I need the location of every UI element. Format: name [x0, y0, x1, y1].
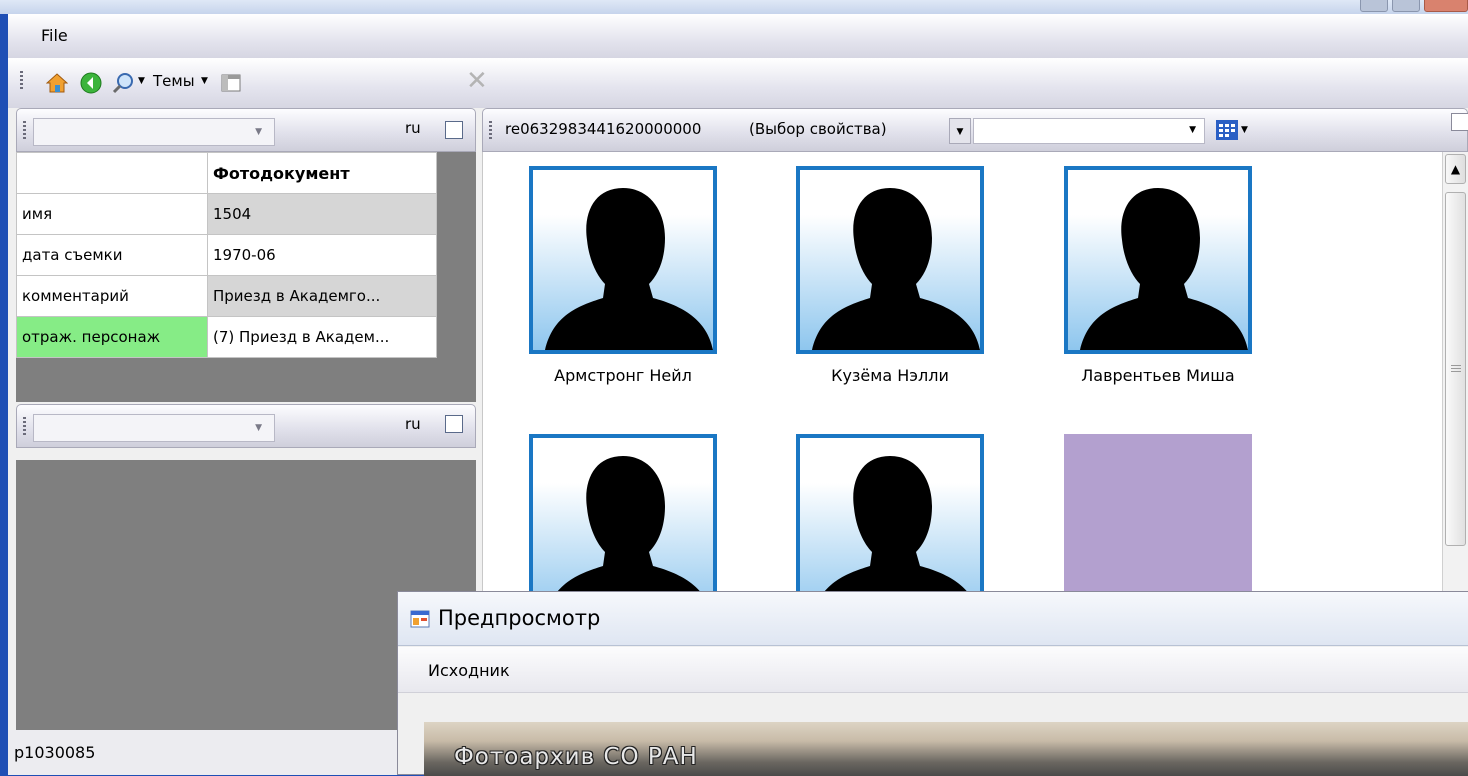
record-id: re0632983441620000000 [505, 120, 702, 138]
gallery-scrollbar[interactable]: ▲ [1442, 152, 1468, 602]
portrait-tile[interactable] [1064, 166, 1252, 354]
left-top-grip[interactable] [23, 121, 26, 141]
search-icon[interactable] [112, 72, 134, 94]
photo-watermark: Фотоархив СО РАН [454, 744, 698, 770]
left-top-lang[interactable]: ru [405, 119, 421, 137]
menu-source[interactable]: Исходник [428, 661, 510, 680]
preview-menu-bar: Исходник [398, 647, 1468, 693]
property-value[interactable]: Приезд в Академго... [207, 275, 437, 317]
portrait-caption: Армстронг Нейл [554, 366, 692, 385]
preview-image: Фотоархив СО РАН [424, 722, 1468, 776]
window-app-icon [410, 610, 430, 628]
table-row[interactable]: комментарий Приезд в Академго... [16, 275, 437, 317]
home-icon[interactable] [45, 72, 69, 94]
left-top-checkbox[interactable] [445, 121, 463, 139]
property-value[interactable]: 1970-06 [207, 234, 437, 276]
table-row[interactable]: дата съемки 1970-06 [16, 234, 437, 276]
property-key: дата съемки [16, 234, 208, 276]
property-dropdown-button[interactable]: ▼ [949, 118, 971, 144]
property-key: отраж. персонаж [16, 316, 208, 358]
themes-menu[interactable]: Темы [153, 72, 195, 90]
left-top-select[interactable]: ▼ [33, 118, 275, 146]
left-top-panel-header: ▼ ru [16, 108, 476, 152]
close-button[interactable] [1424, 0, 1468, 12]
back-icon[interactable] [80, 72, 102, 94]
photo-placeholder[interactable] [1064, 434, 1252, 604]
properties-header-row: Фотодокумент [16, 152, 437, 194]
status-bar: p1030085 [8, 730, 408, 775]
minimize-button[interactable] [1360, 0, 1388, 12]
right-panel-header: re0632983441620000000 (Выбор свойства) ▼… [482, 108, 1468, 152]
preview-title: Предпросмотр [438, 606, 601, 630]
portrait-tile[interactable] [529, 166, 717, 354]
toolbar: ▼ Темы ▼ ✕ [8, 58, 1468, 108]
left-bottom-checkbox[interactable] [445, 415, 463, 433]
scroll-grip-icon [1451, 365, 1461, 373]
property-select[interactable]: (Выбор свойства) [749, 120, 887, 138]
portrait-caption: Кузёма Нэлли [831, 366, 949, 385]
property-value[interactable]: (7) Приезд в Академ... [207, 316, 437, 358]
property-key: комментарий [16, 275, 208, 317]
properties-table: Фотодокумент имя 1504 дата съемки 1970-0… [16, 152, 437, 358]
left-bottom-lang[interactable]: ru [405, 415, 421, 433]
status-id: p1030085 [14, 743, 96, 762]
table-row[interactable]: отраж. персонаж (7) Приезд в Академ... [16, 316, 437, 358]
menu-file[interactable]: File [41, 26, 68, 45]
window-title-strip [0, 0, 1468, 14]
portrait-caption: Лаврентьев Миша [1081, 366, 1235, 385]
properties-area: Фотодокумент имя 1504 дата съемки 1970-0… [16, 152, 476, 402]
chevron-down-icon[interactable]: ▼ [1189, 125, 1196, 135]
window-icon[interactable] [220, 72, 242, 94]
properties-corner-cell [16, 152, 208, 194]
left-bottom-grip[interactable] [23, 417, 26, 437]
property-key: имя [16, 193, 208, 235]
chevron-down-icon: ▼ [255, 423, 262, 433]
right-grip[interactable] [489, 121, 492, 141]
gallery-area: Армстронг Нейл Кузёма Нэлли Лаврентьев М… [482, 152, 1442, 622]
property-value[interactable]: 1504 [207, 193, 437, 235]
left-bottom-select[interactable]: ▼ [33, 414, 275, 442]
view-dropdown-icon[interactable]: ▼ [1241, 125, 1248, 135]
view-mode-icon[interactable] [1215, 119, 1239, 141]
scroll-up-button[interactable]: ▲ [1445, 154, 1466, 184]
preview-title-bar[interactable]: Предпросмотр [398, 592, 1468, 646]
table-row[interactable]: имя 1504 [16, 193, 437, 235]
value-input[interactable]: ▼ [973, 118, 1205, 144]
themes-dropdown-icon[interactable]: ▼ [201, 76, 208, 86]
left-bottom-panel-header: ▼ ru [16, 404, 476, 448]
right-corner-box[interactable] [1451, 113, 1468, 131]
menu-bar: File [8, 14, 1468, 58]
search-dropdown-icon[interactable]: ▼ [138, 76, 145, 86]
properties-header: Фотодокумент [207, 152, 437, 194]
preview-window: Предпросмотр Исходник Фотоархив СО РАН [397, 591, 1468, 776]
close-tab-icon[interactable]: ✕ [466, 66, 488, 96]
scroll-thumb[interactable] [1445, 192, 1466, 546]
portrait-tile[interactable] [796, 166, 984, 354]
maximize-button[interactable] [1392, 0, 1420, 12]
toolbar-grip[interactable] [20, 71, 23, 91]
chevron-down-icon: ▼ [255, 127, 262, 137]
